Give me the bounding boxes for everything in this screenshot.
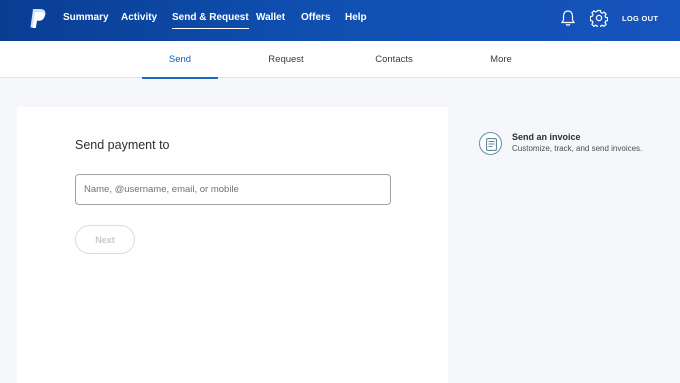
bell-icon[interactable] — [560, 9, 576, 27]
send-payment-title: Send payment to — [75, 138, 170, 152]
paypal-logo[interactable] — [27, 8, 47, 30]
tab-more[interactable]: More — [474, 41, 528, 78]
tab-request[interactable]: Request — [253, 41, 319, 78]
nav-send-request[interactable]: Send & Request — [172, 12, 249, 29]
tab-send-label: Send — [168, 54, 192, 65]
send-invoice-link[interactable]: Send an invoice Customize, track, and se… — [479, 131, 669, 159]
logout-link[interactable]: LOG OUT — [622, 14, 658, 23]
send-payment-card: Send payment to Next — [17, 107, 448, 383]
nav-wallet[interactable]: Wallet — [256, 12, 285, 23]
send-invoice-subtitle: Customize, track, and send invoices. — [512, 144, 643, 153]
invoice-icon — [479, 132, 502, 155]
tab-send[interactable]: Send — [142, 41, 218, 79]
tab-contacts-label: Contacts — [375, 54, 413, 65]
nav-activity[interactable]: Activity — [121, 12, 157, 23]
sub-nav: Send Request Contacts More — [0, 41, 680, 79]
recipient-input[interactable] — [75, 174, 391, 205]
tab-more-label: More — [490, 54, 512, 65]
nav-summary[interactable]: Summary — [63, 12, 109, 23]
next-button[interactable]: Next — [75, 225, 135, 254]
tab-request-label: Request — [268, 54, 304, 65]
top-nav-bar: Summary Activity Send & Request Wallet O… — [0, 0, 680, 41]
send-invoice-title: Send an invoice — [512, 132, 581, 142]
nav-help[interactable]: Help — [345, 12, 367, 23]
nav-offers[interactable]: Offers — [301, 12, 330, 23]
gear-icon[interactable] — [590, 9, 608, 27]
tab-contacts[interactable]: Contacts — [360, 41, 428, 78]
